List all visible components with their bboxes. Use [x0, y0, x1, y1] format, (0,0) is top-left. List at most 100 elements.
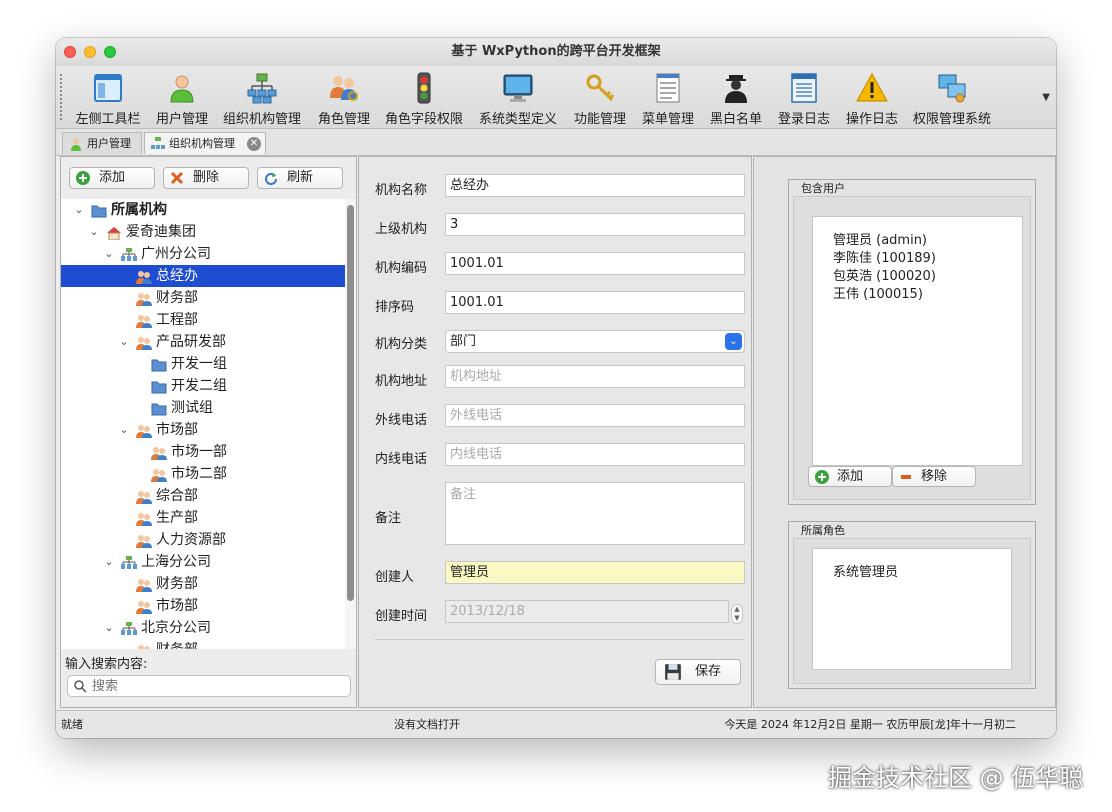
creator-field[interactable]: 管理员: [445, 561, 745, 584]
people-icon: [136, 291, 152, 306]
expand-chevron-icon[interactable]: ⌄: [73, 199, 85, 221]
expand-chevron-icon[interactable]: ⌄: [118, 331, 130, 353]
tree-node[interactable]: 财务部: [61, 639, 345, 649]
outer-phone-label: 外线电话: [375, 413, 428, 428]
refresh-org-button[interactable]: 刷新: [257, 167, 343, 189]
people-icon: [136, 423, 152, 438]
tree-node[interactable]: 人力资源部: [61, 529, 345, 551]
tree-node[interactable]: 生产部: [61, 507, 345, 529]
tree-node-label: 财务部: [156, 576, 198, 592]
tree-node[interactable]: ⌄ 上海分公司: [61, 551, 345, 573]
inner-phone-field[interactable]: 内线电话: [445, 443, 745, 466]
toolbar-blacklist-button[interactable]: 黑白名单: [706, 70, 766, 127]
search-icon: [74, 680, 87, 693]
list-item[interactable]: 管理员 (admin): [833, 229, 927, 248]
tree-node[interactable]: 财务部: [61, 287, 345, 309]
add-user-button[interactable]: 添加: [808, 466, 892, 487]
expand-chevron-icon[interactable]: ⌄: [88, 221, 100, 243]
tree-node[interactable]: 市场一部: [61, 441, 345, 463]
list-item[interactable]: 系统管理员: [833, 561, 898, 580]
tab-close-icon[interactable]: ✕: [247, 137, 261, 151]
tree-node-label: 人力资源部: [156, 532, 226, 548]
toolbar-grip[interactable]: [60, 74, 62, 120]
org-category-select[interactable]: 部门 ⌄: [445, 330, 745, 353]
toolbar-permission-system-button[interactable]: 权限管理系统: [910, 70, 994, 127]
tree-node[interactable]: 工程部: [61, 309, 345, 331]
tree-node[interactable]: 开发一组: [61, 353, 345, 375]
roles-list[interactable]: 系统管理员: [812, 548, 1012, 670]
tree-node[interactable]: 综合部: [61, 485, 345, 507]
remove-user-button[interactable]: 移除: [892, 466, 976, 487]
tree-scrollbar-thumb[interactable]: [347, 205, 354, 601]
toolbar-operation-log-button[interactable]: 操作日志: [842, 70, 902, 127]
note-textarea[interactable]: 备注: [445, 482, 745, 545]
tree-node-label: 上海分公司: [141, 554, 211, 570]
search-box[interactable]: [67, 675, 351, 697]
toolbar-user-management-button[interactable]: 用户管理: [152, 70, 212, 127]
org-name-field[interactable]: 总经办: [445, 174, 745, 197]
people-icon: [136, 313, 152, 328]
toolbar-role-field-permission-button[interactable]: 角色字段权限: [382, 70, 466, 127]
date-stepper[interactable]: ▲ ▼: [731, 604, 743, 624]
minimize-window-button[interactable]: [84, 46, 96, 58]
tree-node[interactable]: ⌄ 产品研发部: [61, 331, 345, 353]
close-window-button[interactable]: [64, 46, 76, 58]
people-icon: [136, 599, 152, 614]
expand-chevron-icon[interactable]: ⌄: [103, 617, 115, 639]
tree-node-label: 生产部: [156, 510, 198, 526]
toolbar-role-management-button[interactable]: 角色管理: [314, 70, 374, 127]
save-button[interactable]: 保存: [655, 659, 741, 685]
sort-code-field[interactable]: 1001.01: [445, 291, 745, 314]
expand-chevron-icon[interactable]: ⌄: [118, 419, 130, 441]
toolbar-left-toolbar-button[interactable]: 左侧工具栏: [72, 70, 144, 127]
parent-org-field[interactable]: 3: [445, 213, 745, 236]
zoom-window-button[interactable]: [104, 46, 116, 58]
tree-node[interactable]: 市场二部: [61, 463, 345, 485]
outer-phone-field[interactable]: 外线电话: [445, 404, 745, 427]
people-icon: [151, 445, 167, 460]
tree-node-label: 市场二部: [171, 466, 227, 482]
created-time-field[interactable]: 2013/12/18: [445, 600, 729, 623]
toolbar-menu-management-button[interactable]: 菜单管理: [638, 70, 698, 127]
toolbar-overflow-chevron-icon[interactable]: ▼: [1042, 92, 1050, 103]
delete-org-button[interactable]: 删除: [163, 167, 249, 189]
tree-node[interactable]: ⌄ 市场部: [61, 419, 345, 441]
tree-node[interactable]: 总经办: [61, 265, 345, 287]
relations-panel: 包含用户 管理员 (admin) 李陈佳 (100189) 包英浩 (10002…: [753, 156, 1056, 708]
people-icon: [136, 577, 152, 592]
org-code-field[interactable]: 1001.01: [445, 252, 745, 275]
network-icon: [938, 74, 966, 103]
people-icon: [136, 335, 152, 350]
tree-node-label: 所属机构: [111, 202, 167, 218]
tab-org-management[interactable]: 组织机构管理 ✕: [144, 132, 266, 154]
search-input[interactable]: [92, 678, 342, 694]
tree-node[interactable]: ⌄ 爱奇迪集团: [61, 221, 345, 243]
tree-node[interactable]: ⌄ 广州分公司: [61, 243, 345, 265]
folder-icon: [151, 401, 167, 416]
expand-chevron-icon[interactable]: ⌄: [103, 243, 115, 265]
tree-node[interactable]: ⌄ 北京分公司: [61, 617, 345, 639]
tree-node[interactable]: 市场部: [61, 595, 345, 617]
expand-chevron-icon[interactable]: ⌄: [103, 551, 115, 573]
tree-node[interactable]: 财务部: [61, 573, 345, 595]
add-org-button[interactable]: 添加: [69, 167, 155, 189]
chevron-down-icon[interactable]: ⌄: [725, 333, 742, 350]
list-item[interactable]: 李陈佳 (100189): [833, 247, 936, 266]
toolbar-system-type-button[interactable]: 系统类型定义: [476, 70, 560, 127]
toolbar-org-management-button[interactable]: 组织机构管理: [220, 70, 304, 127]
main-toolbar: 左侧工具栏 用户管理 组织机构管理 角色管理 角色字段权限 系统类型定义 功能管…: [56, 66, 1056, 129]
tab-label: 组织机构管理: [169, 137, 235, 150]
org-address-field[interactable]: 机构地址: [445, 365, 745, 388]
tree-node[interactable]: 测试组: [61, 397, 345, 419]
tree-node-label: 市场一部: [171, 444, 227, 460]
toolbar-login-log-button[interactable]: 登录日志: [774, 70, 834, 127]
list-item[interactable]: 王伟 (100015): [833, 283, 923, 302]
toolbar-function-management-button[interactable]: 功能管理: [570, 70, 630, 127]
list-item[interactable]: 包英浩 (100020): [833, 265, 936, 284]
tree-node[interactable]: 开发二组: [61, 375, 345, 397]
tree-node[interactable]: ⌄ 所属机构: [61, 199, 345, 221]
users-list[interactable]: 管理员 (admin) 李陈佳 (100189) 包英浩 (100020) 王伟…: [812, 216, 1023, 466]
tree-node-label: 开发二组: [171, 378, 227, 394]
org-tree[interactable]: ⌄ 所属机构 ⌄ 爱奇迪集团 ⌄ 广州分公司 总经办 财务部 工程部 ⌄ 产品研发部 开发一组 开发二组…: [61, 199, 345, 649]
tab-user-management[interactable]: 用户管理: [62, 132, 142, 154]
